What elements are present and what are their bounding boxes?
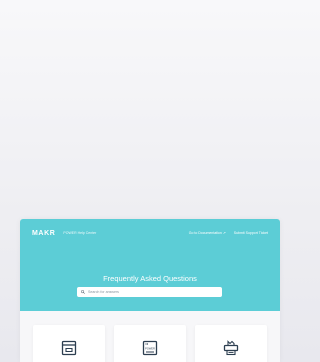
support-ticket-link[interactable]: Submit Support Ticket (234, 231, 268, 235)
device-label: POWER (145, 347, 155, 351)
tray-icon (61, 340, 77, 356)
top-nav: MAKR POWER Help Center Go to Documentati… (32, 227, 268, 239)
printer-icon (223, 340, 239, 356)
search-bar[interactable] (77, 287, 222, 297)
search-input[interactable] (88, 290, 208, 294)
page-title: Frequently Asked Questions (103, 274, 197, 283)
search-icon (81, 290, 85, 294)
category-tiles: POWER (33, 325, 267, 362)
documentation-link[interactable]: Go to Documentation ↗ (189, 231, 226, 235)
help-center-card: MAKR POWER Help Center Go to Documentati… (20, 219, 280, 362)
device-icon: POWER (142, 340, 158, 356)
category-tile-2[interactable]: POWER (114, 325, 186, 362)
help-center-subtitle: POWER Help Center (63, 231, 97, 235)
category-tile-1[interactable] (33, 325, 105, 362)
category-tile-3[interactable] (195, 325, 267, 362)
external-link-icon: ↗ (222, 231, 226, 235)
logo[interactable]: MAKR (32, 230, 55, 237)
documentation-link-label: Go to Documentation (188, 231, 222, 235)
hero-banner: MAKR POWER Help Center Go to Documentati… (20, 219, 280, 311)
